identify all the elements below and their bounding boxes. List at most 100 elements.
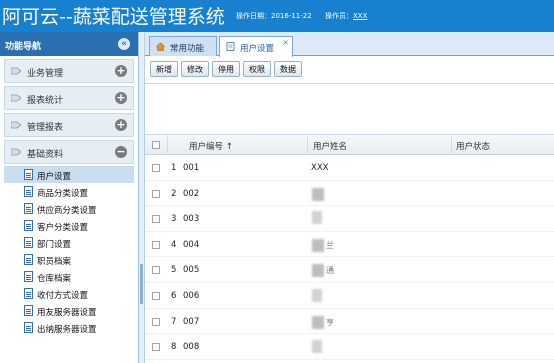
tag-icon xyxy=(11,94,21,102)
nav-panel: 功能导航 « 业务管理 + 报表统计 + 管理报表 + 基础资料 − 用户设置 … xyxy=(0,32,139,363)
expand-icon[interactable]: + xyxy=(115,92,127,104)
nav-item-payment-method[interactable]: 收付方式设置 xyxy=(4,285,134,302)
user-code: 006 xyxy=(183,290,200,301)
row-checkbox[interactable] xyxy=(152,189,160,198)
nav-item-warehouse[interactable]: 仓库档案 xyxy=(4,268,134,285)
row-checkbox[interactable] xyxy=(152,343,160,352)
date-value: 2016-11-22 xyxy=(271,12,312,20)
table-row[interactable]: 3 003 xyxy=(145,206,554,232)
data-button[interactable]: 数据 xyxy=(274,61,302,77)
document-icon xyxy=(24,254,33,265)
row-number: 6 xyxy=(171,290,177,301)
select-all-checkbox[interactable] xyxy=(152,141,160,149)
column-header-code[interactable]: 用户编号 ↑ xyxy=(189,140,233,152)
column-divider xyxy=(451,135,452,155)
column-header-name[interactable]: 用户姓名 xyxy=(313,140,347,152)
close-icon[interactable]: × xyxy=(282,38,289,47)
nav-section-basic-data[interactable]: 基础资料 − xyxy=(4,140,134,164)
edit-button[interactable]: 修改 xyxy=(181,61,209,77)
user-code: 007 xyxy=(183,316,200,327)
user-name-fragment: 兰 xyxy=(326,240,334,250)
app-header: 阿可云--蔬菜配送管理系统 操作日期：2016-11-22 操作员：XXX xyxy=(0,0,554,32)
column-divider xyxy=(307,135,308,155)
tab-label: 常用功能 xyxy=(170,44,205,54)
row-number: 2 xyxy=(171,188,177,199)
date-label: 操作日期： xyxy=(236,12,271,20)
table-row[interactable]: 4 004 兰 xyxy=(145,232,554,258)
nav-item-cashier-server[interactable]: 出纳服务器设置 xyxy=(4,319,134,336)
nav-item-label: 仓库档案 xyxy=(37,274,72,284)
nav-item-supplier-category[interactable]: 供应商分类设置 xyxy=(4,200,134,217)
document-icon xyxy=(24,186,33,197)
table-row[interactable]: 1 001 XXX xyxy=(145,155,554,181)
tag-icon xyxy=(11,67,21,75)
redacted-name xyxy=(312,288,322,302)
table-row[interactable]: 2 002 xyxy=(145,181,554,207)
permission-button[interactable]: 权限 xyxy=(243,61,271,77)
user-code: 003 xyxy=(183,214,200,225)
nav-item-label: 客户分类设置 xyxy=(37,223,89,233)
nav-item-label: 职员档案 xyxy=(37,257,72,267)
filter-area xyxy=(145,84,554,134)
column-header-status[interactable]: 用户状态 xyxy=(456,140,490,152)
nav-item-label: 收付方式设置 xyxy=(37,291,89,301)
user-name-fragment: 亨 xyxy=(326,317,334,327)
nav-item-label: 供应商分类设置 xyxy=(37,206,97,216)
expand-icon[interactable]: + xyxy=(115,65,127,77)
app-title: 阿可云--蔬菜配送管理系统 xyxy=(2,6,225,28)
expand-icon[interactable]: + xyxy=(115,119,127,131)
nav-section-label: 基础资料 xyxy=(27,150,64,160)
row-checkbox[interactable] xyxy=(152,291,160,300)
collapse-icon[interactable]: − xyxy=(115,146,127,158)
row-checkbox[interactable] xyxy=(152,240,160,249)
operator-label: 操作员： xyxy=(325,12,353,20)
collapse-nav-button[interactable]: « xyxy=(118,38,130,50)
nav-header: 功能导航 « xyxy=(0,32,138,56)
table-row[interactable]: 7 007 亨 xyxy=(145,309,554,335)
row-checkbox[interactable] xyxy=(152,317,160,326)
row-checkbox[interactable] xyxy=(152,266,160,275)
nav-item-product-category[interactable]: 商品分类设置 xyxy=(4,183,134,200)
row-number: 4 xyxy=(171,239,177,250)
nav-item-user-settings[interactable]: 用户设置 xyxy=(4,166,134,183)
redacted-name xyxy=(312,238,324,252)
nav-item-department[interactable]: 部门设置 xyxy=(4,234,134,251)
user-name: XXX xyxy=(311,163,329,173)
redacted-name xyxy=(312,340,322,354)
table-row[interactable]: 5 005 通 xyxy=(145,257,554,283)
nav-item-yonyou-server[interactable]: 用友服务器设置 xyxy=(4,302,134,319)
nav-item-label: 部门设置 xyxy=(37,240,72,250)
tab-home[interactable]: 常用功能 xyxy=(149,36,217,56)
splitter-handle[interactable] xyxy=(140,264,143,304)
table-row[interactable]: 8 008 xyxy=(145,334,554,360)
nav-item-label: 商品分类设置 xyxy=(37,189,89,199)
user-code: 001 xyxy=(183,163,200,173)
main-content: 常用功能 用户设置 × 新增 修改 停用 权限 数据 用户编号 ↑ 用户姓名 用户状态 … xyxy=(145,32,554,363)
add-button[interactable]: 新增 xyxy=(150,61,178,77)
document-icon xyxy=(24,322,33,333)
document-icon xyxy=(24,288,33,299)
nav-section-label: 管理报表 xyxy=(27,123,64,133)
operator-info: 操作员：XXX xyxy=(325,11,367,21)
document-icon xyxy=(226,42,235,51)
operator-link[interactable]: XXX xyxy=(353,12,367,20)
document-icon xyxy=(24,237,33,248)
user-name-fragment: 通 xyxy=(326,266,334,276)
redacted-name xyxy=(312,264,324,278)
document-icon xyxy=(24,305,33,316)
row-checkbox[interactable] xyxy=(152,215,160,224)
nav-tree: 用户设置 商品分类设置 供应商分类设置 客户分类设置 部门设置 职员档案 仓库档… xyxy=(4,166,134,336)
row-number: 3 xyxy=(171,214,177,225)
nav-section-business[interactable]: 业务管理 + xyxy=(4,59,134,83)
document-icon xyxy=(24,271,33,282)
tab-user-settings[interactable]: 用户设置 × xyxy=(219,36,293,57)
row-checkbox[interactable] xyxy=(152,164,160,172)
table-row[interactable]: 6 006 xyxy=(145,283,554,309)
nav-section-management-reports[interactable]: 管理报表 + xyxy=(4,113,134,137)
document-icon xyxy=(24,169,33,180)
disable-button[interactable]: 停用 xyxy=(212,61,240,77)
nav-item-staff[interactable]: 职员档案 xyxy=(4,251,134,268)
nav-item-customer-category[interactable]: 客户分类设置 xyxy=(4,217,134,234)
nav-section-reports[interactable]: 报表统计 + xyxy=(4,86,134,110)
row-number: 5 xyxy=(171,265,177,276)
